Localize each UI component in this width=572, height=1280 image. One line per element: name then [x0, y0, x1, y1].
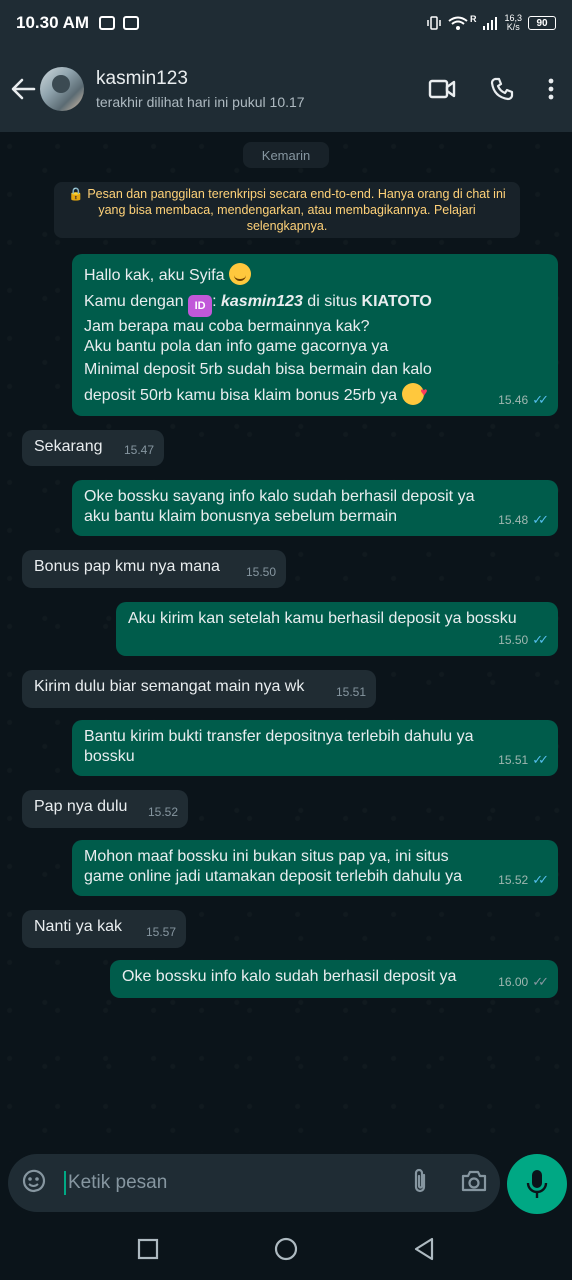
contact-name: kasmin123 [96, 68, 188, 89]
id-badge-icon: ID [188, 295, 213, 317]
status-bar: 10.30 AM R 16,3 K/s 90 [0, 0, 572, 46]
message-time: 15.47 [123, 443, 154, 457]
message-time: 15.51 [335, 685, 366, 699]
vibrate-icon [427, 16, 441, 30]
game-icon [123, 16, 140, 30]
mic-button[interactable] [507, 1154, 567, 1214]
more-vert-icon[interactable] [548, 78, 554, 100]
wifi-icon [448, 16, 468, 30]
message-bubble[interactable]: Aku kirim kan setelah kamu berhasil depo… [116, 602, 558, 656]
message-time: 15.57 [145, 925, 176, 939]
attach-icon[interactable] [410, 1167, 430, 1200]
camera-icon[interactable] [460, 1169, 488, 1198]
message-bubble[interactable]: Hallo kak, aku Syifa Kamu dengan ID: kas… [72, 254, 558, 416]
chat-area[interactable]: Kemarin 🔒 Pesan dan panggilan terenkrips… [0, 132, 572, 1152]
message-bubble[interactable]: Sekarang 15.47 [22, 430, 164, 466]
message-bubble[interactable]: Kirim dulu biar semangat main nya wk 15.… [22, 670, 376, 708]
message-time: 15.48 [498, 513, 529, 527]
date-label: Kemarin [243, 142, 329, 168]
message-time: 15.52 [147, 805, 178, 819]
username-text: kasmin123 [221, 293, 303, 310]
message-time: 15.51 [498, 753, 529, 767]
double-check-delivered-icon: ✓✓ [532, 974, 549, 989]
message-bubble[interactable]: Bantu kirim bukti transfer depositnya te… [72, 720, 558, 776]
video-call-icon[interactable] [428, 78, 456, 100]
signal-icon [483, 17, 498, 30]
message-time: 15.50 [498, 633, 529, 647]
home-icon[interactable] [273, 1236, 299, 1267]
net-speed: 16,3 K/s [504, 13, 522, 32]
double-check-read-icon: ✓✓ [532, 512, 549, 527]
message-bubble[interactable]: Mohon maaf bossku ini bukan situs pap ya… [72, 840, 558, 896]
love-face-emoji-icon [401, 379, 428, 405]
message-time: 16.00 [498, 975, 529, 989]
site-name: KIATOTO [361, 293, 432, 310]
mic-icon [526, 1170, 548, 1198]
back-icon[interactable] [413, 1237, 435, 1266]
roaming-indicator: R [469, 14, 477, 24]
chat-header: kasmin123 terakhir dilihat hari ini puku… [0, 46, 572, 132]
smile-emoji-icon [228, 263, 251, 285]
phone-icon[interactable] [490, 77, 514, 101]
message-bubble[interactable]: Bonus pap kmu nya mana 15.50 [22, 550, 286, 588]
encryption-notice[interactable]: 🔒 Pesan dan panggilan terenkripsi secara… [54, 182, 520, 238]
battery-icon: 90 [528, 16, 556, 30]
system-nav-bar [0, 1222, 572, 1280]
double-check-read-icon: ✓✓ [532, 872, 549, 887]
message-bubble[interactable]: Nanti ya kak 15.57 [22, 910, 186, 948]
message-bubble[interactable]: Oke bossku sayang info kalo sudah berhas… [72, 480, 558, 536]
contact-info[interactable]: kasmin123 terakhir dilihat hari ini puku… [96, 68, 305, 110]
message-composer: Ketik pesan [8, 1154, 500, 1212]
back-arrow-icon[interactable] [8, 74, 38, 104]
double-check-read-icon: ✓✓ [532, 392, 549, 407]
double-check-read-icon: ✓✓ [532, 752, 549, 767]
message-time: 15.46 [498, 393, 529, 407]
message-time: 15.52 [498, 873, 529, 887]
sim-icon [99, 16, 116, 30]
message-input[interactable]: Ketik pesan [64, 1171, 410, 1195]
sticker-icon[interactable] [20, 1167, 48, 1200]
double-check-read-icon: ✓✓ [532, 632, 549, 647]
recents-icon[interactable] [137, 1238, 159, 1265]
avatar[interactable] [40, 67, 84, 111]
message-time: 15.50 [245, 565, 276, 579]
message-bubble[interactable]: Pap nya dulu 15.52 [22, 790, 188, 828]
message-bubble[interactable]: Oke bossku info kalo sudah berhasil depo… [110, 960, 558, 998]
status-time: 10.30 AM [16, 13, 90, 32]
last-seen: terakhir dilihat hari ini pukul 10.17 [96, 94, 305, 110]
